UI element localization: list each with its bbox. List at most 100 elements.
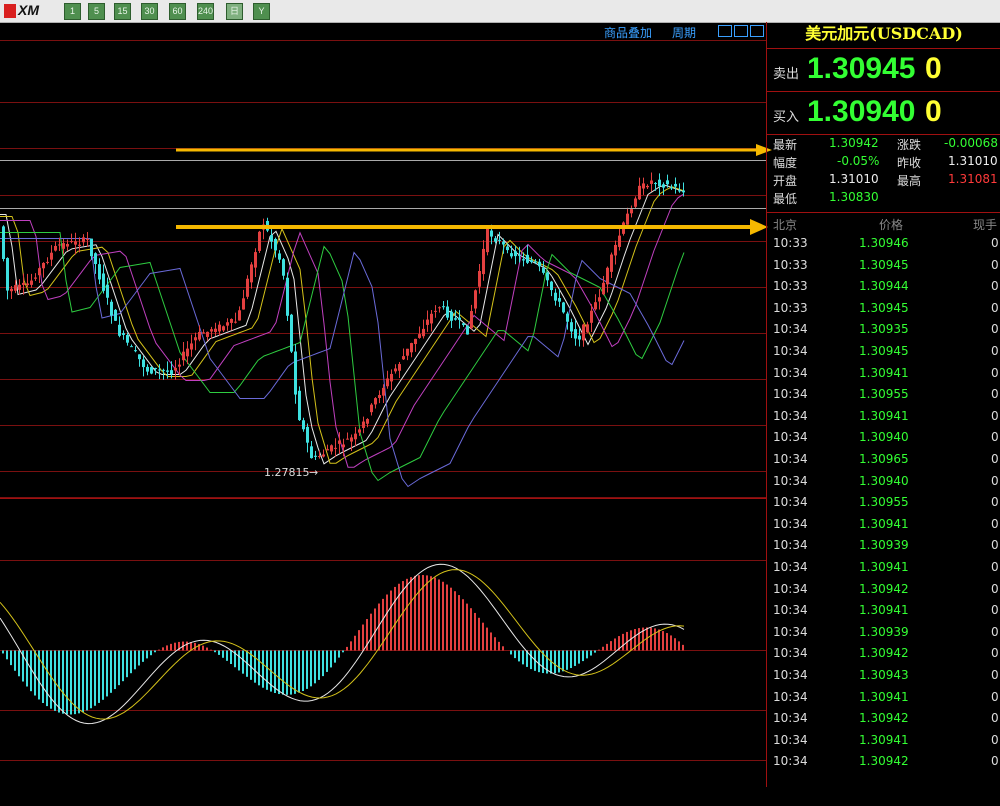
candle-body — [334, 448, 337, 449]
candle-body — [398, 364, 401, 371]
candle-body — [402, 356, 405, 359]
candle-body — [558, 298, 561, 302]
sell-quote[interactable]: 卖出 1.30945 0 — [767, 48, 1000, 91]
trade-row: 10:331.309450 — [767, 301, 1000, 323]
macd-bar — [334, 651, 336, 663]
trade-row: 10:341.309410 — [767, 560, 1000, 582]
period-240m-button[interactable]: 240 — [197, 3, 214, 20]
candle-body — [186, 349, 189, 357]
candle-body — [330, 445, 333, 451]
candle-body — [146, 367, 149, 372]
macd-bar — [154, 651, 156, 653]
trade-row: 10:341.309410 — [767, 409, 1000, 431]
price-chart[interactable] — [0, 41, 766, 806]
trade-price: 1.30945 — [859, 344, 909, 358]
candle-body — [570, 322, 573, 331]
period-5m-button[interactable]: 5 — [88, 3, 105, 20]
period-1m-button[interactable]: 1 — [64, 3, 81, 20]
macd-bar — [658, 630, 660, 651]
change-label: 涨跌 — [897, 136, 921, 153]
candle-body — [50, 253, 53, 260]
window-max-icon[interactable] — [750, 25, 764, 37]
candle-body — [162, 370, 165, 371]
macd-bar — [158, 650, 160, 651]
period-link[interactable]: 周期 — [672, 24, 696, 41]
trade-time: 10:34 — [773, 625, 808, 639]
candle-body — [518, 255, 521, 256]
period-30m-button[interactable]: 30 — [141, 3, 158, 20]
candle-body — [418, 334, 421, 338]
buy-quote[interactable]: 买入 1.30940 0 — [767, 91, 1000, 134]
low-value: 1.30830 — [829, 190, 879, 204]
macd-bar — [494, 637, 496, 650]
period-60m-button[interactable]: 60 — [169, 3, 186, 20]
candle-body — [306, 427, 309, 443]
candle-body — [482, 249, 485, 274]
trade-volume: 0 — [991, 690, 999, 704]
period-year-button[interactable]: Y — [253, 3, 270, 20]
trade-price: 1.30939 — [859, 538, 909, 552]
quote-sidebar: 美元加元(USDCAD) 卖出 1.30945 0 买入 1.30940 0 最… — [766, 22, 1000, 787]
trade-volume: 0 — [991, 322, 999, 336]
macd-bar — [294, 651, 296, 694]
macd-bar — [170, 644, 172, 651]
trade-price: 1.30955 — [859, 387, 909, 401]
candle-body — [318, 456, 321, 457]
candle-body — [170, 370, 173, 374]
macd-bar — [518, 651, 520, 662]
candle-body — [182, 352, 185, 361]
trade-row: 10:341.309410 — [767, 690, 1000, 712]
candle-body — [114, 310, 117, 321]
macd-bar — [282, 651, 284, 695]
period-day-button[interactable]: 日 — [226, 3, 243, 20]
macd-bar — [386, 595, 388, 651]
trade-time: 10:34 — [773, 690, 808, 704]
candle-body — [502, 242, 505, 245]
candle-body — [526, 255, 529, 263]
high-label: 最高 — [897, 172, 921, 189]
macd-bar — [202, 646, 204, 651]
candle-body — [210, 329, 213, 331]
macd-bar — [478, 618, 480, 651]
trade-volume: 0 — [991, 538, 999, 552]
trade-row: 10:341.309410 — [767, 366, 1000, 388]
symbol-title: 美元加元(USDCAD) — [767, 22, 1000, 46]
trade-price: 1.30955 — [859, 495, 909, 509]
open-label: 开盘 — [773, 172, 797, 189]
candle-body — [222, 326, 225, 330]
trade-time: 10:34 — [773, 387, 808, 401]
trade-volume: 0 — [991, 733, 999, 747]
candle-body — [470, 311, 473, 328]
macd-bar — [358, 630, 360, 650]
candle-body — [46, 262, 49, 263]
window-tile-icon[interactable] — [734, 25, 748, 37]
macd-bar — [310, 651, 312, 687]
trade-time: 10:34 — [773, 582, 808, 596]
macd-bar — [670, 635, 672, 650]
trade-time: 10:34 — [773, 603, 808, 617]
macd-bar — [98, 651, 100, 703]
candle-body — [290, 315, 293, 352]
candle-body — [454, 318, 457, 319]
top-toolbar: XM 1 5 15 30 60 240 日 Y — [0, 0, 1000, 23]
candle-body — [166, 370, 169, 371]
candle-body — [426, 320, 429, 325]
window-restore-icon[interactable] — [718, 25, 732, 37]
candle-body — [610, 255, 613, 272]
period-15m-button[interactable]: 15 — [114, 3, 131, 20]
candle-body — [238, 310, 241, 320]
trade-time: 10:34 — [773, 322, 808, 336]
trade-price: 1.30941 — [859, 409, 909, 423]
candle-body — [338, 441, 341, 444]
macd-bar — [274, 651, 276, 694]
candle-body — [358, 429, 361, 432]
candle-body — [106, 285, 109, 298]
trade-time: 10:34 — [773, 668, 808, 682]
macd-bar — [554, 651, 556, 674]
candle-body — [514, 251, 517, 256]
candle-body — [662, 184, 665, 187]
macd-bar — [266, 651, 268, 690]
macd-bar — [134, 651, 136, 670]
overlay-link[interactable]: 商品叠加 — [604, 24, 652, 41]
candle-body — [2, 226, 5, 259]
